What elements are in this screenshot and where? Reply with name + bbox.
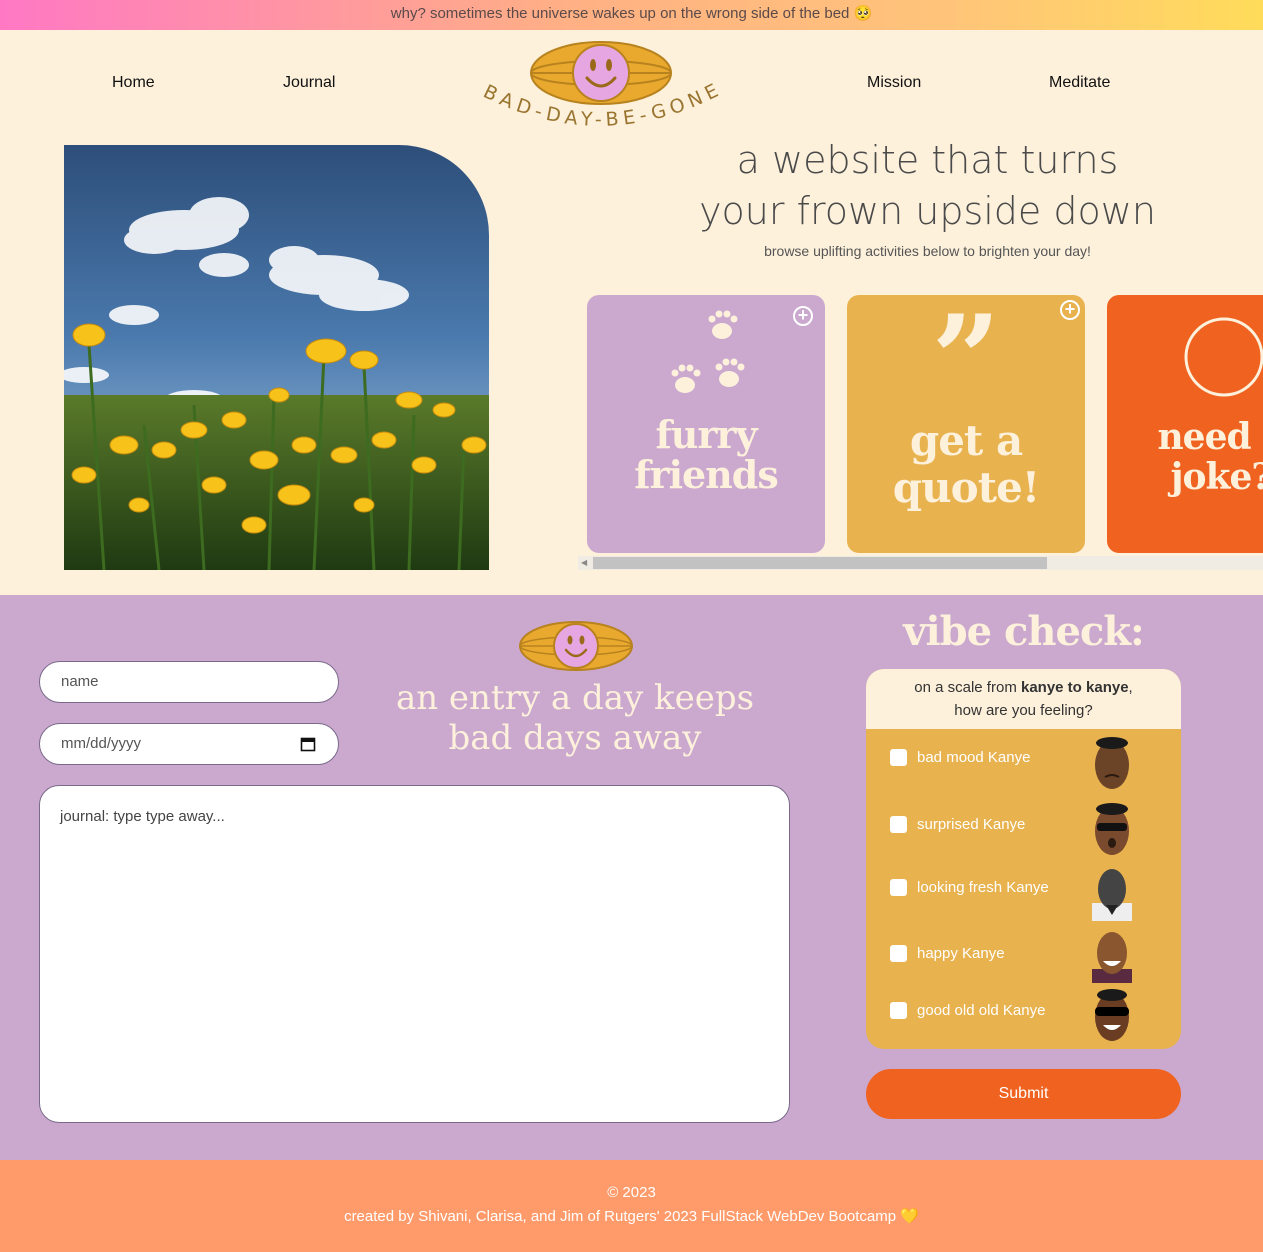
vibe-check-prompt: on a scale from kanye to kanye, how are … bbox=[866, 669, 1181, 729]
vibe-option-bad-mood[interactable]: bad mood Kanye bbox=[890, 745, 1030, 769]
checkbox[interactable] bbox=[890, 815, 907, 833]
hero-subline: browse uplifting activities below to bri… bbox=[764, 243, 1091, 259]
smiley-globe-icon bbox=[530, 41, 672, 105]
nav-meditate-link[interactable]: Meditate bbox=[1049, 74, 1110, 92]
card-furry-friends-label-2: friends bbox=[634, 452, 779, 497]
card-need-a-joke[interactable]: need a joke? bbox=[1107, 295, 1263, 553]
journal-title-line1: an entry a day keeps bbox=[395, 678, 755, 718]
nav-home-link[interactable]: Home bbox=[112, 74, 155, 92]
scrollbar-thumb[interactable] bbox=[593, 557, 1047, 569]
checkbox[interactable] bbox=[890, 878, 907, 896]
banner-text: why? sometimes the universe wakes up on … bbox=[390, 5, 873, 22]
circle-icon bbox=[1184, 317, 1263, 397]
vibe-option-label: happy Kanye bbox=[917, 944, 1005, 962]
footer: © 2023 created by Shivani, Clarisa, and … bbox=[0, 1160, 1263, 1252]
looking-fresh-kanye-face-icon bbox=[1092, 869, 1132, 921]
nav-mission-link[interactable]: Mission bbox=[867, 74, 921, 92]
site-logo[interactable]: BAD-DAY-BE-GONE bbox=[460, 40, 745, 145]
announcement-banner: why? sometimes the universe wakes up on … bbox=[0, 0, 1263, 30]
hero-image-flower-field bbox=[64, 145, 489, 570]
vibe-option-happy[interactable]: happy Kanye bbox=[890, 941, 1005, 965]
add-quote-icon[interactable]: + bbox=[1060, 300, 1080, 320]
vibe-option-label: good old old Kanye bbox=[917, 1001, 1046, 1019]
hero-headline: a website that turns your frown upside d… bbox=[600, 135, 1255, 237]
vibe-option-good-old[interactable]: good old old Kanye bbox=[890, 998, 1045, 1022]
card-furry-friends[interactable]: + furry friends bbox=[587, 295, 825, 553]
nav-journal-link[interactable]: Journal bbox=[283, 74, 335, 92]
vibe-check-panel: on a scale from kanye to kanye, how are … bbox=[866, 669, 1181, 1049]
journal-entry-placeholder: journal: type type away... bbox=[60, 808, 225, 825]
vibe-option-surprised[interactable]: surprised Kanye bbox=[890, 812, 1025, 836]
hero-headline-line1: a website that turns bbox=[736, 138, 1119, 182]
vibe-prompt-prefix: on a scale from bbox=[914, 679, 1021, 696]
scroll-left-arrow-icon[interactable]: ◀ bbox=[581, 558, 587, 567]
vibe-option-label: bad mood Kanye bbox=[917, 748, 1031, 766]
footer-credits: created by Shivani, Clarisa, and Jim of … bbox=[344, 1208, 919, 1225]
hero-headline-line2: your frown upside down bbox=[699, 189, 1156, 233]
smiley-globe-icon bbox=[519, 621, 633, 671]
quote-mark-icon: ” bbox=[931, 295, 1001, 430]
vibe-option-label: surprised Kanye bbox=[917, 815, 1026, 833]
card-joke-label-1: need a bbox=[1157, 416, 1263, 458]
happy-kanye-face-icon bbox=[1092, 932, 1132, 983]
card-furry-friends-label-1: furry bbox=[655, 412, 757, 457]
vibe-option-label: looking fresh Kanye bbox=[917, 878, 1049, 896]
vibe-check-title: vibe check: bbox=[903, 608, 1145, 655]
vibe-prompt-line2: how are you feeling? bbox=[954, 702, 1093, 719]
journal-title-line2: bad days away bbox=[448, 718, 702, 758]
journal-title: an entry a day keeps bad days away bbox=[380, 678, 770, 758]
journal-entry-textarea[interactable]: journal: type type away... bbox=[39, 785, 790, 1123]
vibe-prompt-suffix: , bbox=[1128, 679, 1133, 696]
footer-copyright: © 2023 bbox=[607, 1184, 656, 1201]
date-placeholder: mm/dd/yyyy bbox=[61, 735, 142, 752]
card-joke-label-2: joke? bbox=[1170, 456, 1263, 498]
checkbox[interactable] bbox=[890, 748, 907, 766]
card-quote-label-2: quote! bbox=[892, 463, 1040, 512]
name-input[interactable]: name bbox=[39, 661, 339, 703]
bad-mood-kanye-face-icon bbox=[1095, 737, 1129, 789]
checkbox[interactable] bbox=[890, 944, 907, 962]
vibe-prompt-bold: kanye to kanye bbox=[1020, 679, 1129, 696]
submit-button[interactable]: Submit bbox=[866, 1069, 1181, 1119]
add-furry-friends-icon[interactable]: + bbox=[793, 306, 813, 326]
vibe-option-looking-fresh[interactable]: looking fresh Kanye bbox=[890, 875, 1049, 899]
checkbox[interactable] bbox=[890, 1001, 907, 1019]
surprised-kanye-face-icon bbox=[1095, 803, 1129, 855]
card-quote-label-1: get a bbox=[909, 416, 1023, 465]
paw-prints-icon bbox=[671, 310, 745, 393]
date-input[interactable]: mm/dd/yyyy bbox=[39, 723, 339, 765]
good-old-kanye-face-icon bbox=[1095, 989, 1129, 1041]
cards-scrollbar[interactable]: ◀ bbox=[578, 556, 1263, 570]
calendar-icon[interactable] bbox=[300, 736, 316, 752]
card-get-a-quote[interactable]: ” + get a quote! bbox=[847, 295, 1085, 553]
